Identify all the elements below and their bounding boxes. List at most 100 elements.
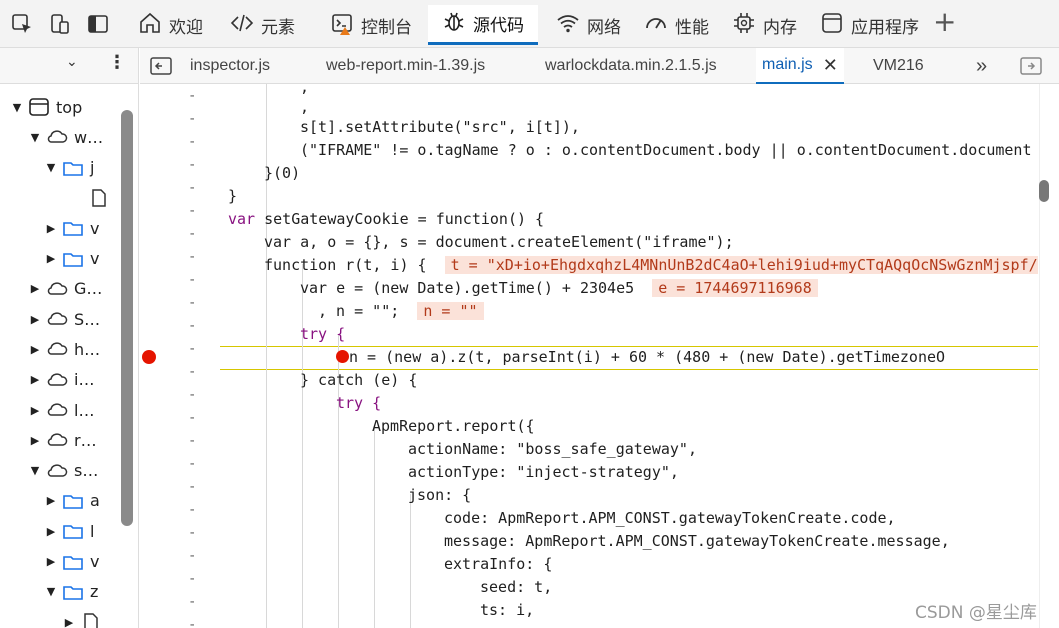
tab-application[interactable]: 应用程序 — [816, 5, 923, 45]
line-number-placeholder[interactable]: - — [188, 502, 196, 518]
line-number-placeholder[interactable]: - — [188, 456, 196, 472]
tree-item[interactable]: ▶ S… — [28, 306, 100, 332]
tree-item[interactable]: ▼ s… — [28, 458, 99, 484]
inline-value-t: t = "xD+io+EhgdxqhzL4MNnUnB2dC4aO+lehi9i… — [444, 256, 1038, 274]
file-icon — [88, 188, 110, 208]
tree-item-label: r… — [74, 430, 97, 450]
tree-item[interactable]: ▶ l — [44, 518, 95, 544]
line-number-placeholder[interactable]: - — [188, 226, 196, 242]
expand-arrow-down-icon[interactable]: ▼ — [44, 585, 58, 598]
expand-arrow-right-icon[interactable]: ▶ — [28, 434, 42, 447]
expand-arrow-down-icon[interactable]: ▼ — [10, 101, 24, 114]
tree-item[interactable]: ▶ h… — [28, 336, 100, 362]
expand-arrow-right-icon[interactable]: ▶ — [28, 404, 42, 417]
expand-arrow-down-icon[interactable]: ▼ — [28, 464, 42, 477]
line-number-placeholder[interactable]: - — [188, 88, 196, 104]
device-emulation-icon[interactable] — [46, 10, 74, 38]
tree-item-label: v — [90, 218, 100, 238]
devtools-panel-tabbar: 欢迎 元素 控制台 源代码 网络 性能 内存 应用程序 + — [0, 0, 1059, 48]
chevron-down-icon[interactable]: ⌄ — [66, 54, 78, 70]
dock-side-icon[interactable] — [84, 10, 112, 38]
tree-item[interactable]: ▼ j — [44, 155, 95, 181]
tree-item[interactable]: ▶ a — [44, 488, 100, 514]
expand-arrow-right-icon[interactable]: ▶ — [44, 252, 58, 265]
tree-item[interactable]: ▼ z — [44, 579, 99, 605]
line-number-placeholder[interactable]: - — [188, 318, 196, 334]
tree-item[interactable]: ▶ v — [44, 549, 100, 575]
tab-console[interactable]: 控制台 — [326, 5, 416, 45]
line-number-placeholder[interactable]: - — [188, 134, 196, 150]
tree-item-label: w… — [74, 127, 104, 147]
tree-item[interactable]: ▶ G… — [28, 276, 103, 302]
line-number-placeholder[interactable]: - — [188, 180, 196, 196]
toggle-navigator-icon[interactable] — [150, 48, 172, 84]
expand-arrow-right-icon[interactable]: ▶ — [28, 313, 42, 326]
add-tool-plus-icon[interactable]: + — [933, 6, 956, 38]
line-number-placeholder[interactable]: - — [188, 157, 196, 173]
line-number-placeholder[interactable]: - — [188, 249, 196, 265]
tab-sources[interactable]: 源代码 — [428, 5, 538, 45]
expand-arrow-right-icon[interactable]: ▶ — [44, 494, 58, 507]
file-tab[interactable]: warlockdata.min.2.1.5.js — [545, 48, 717, 84]
tree-item[interactable]: ▼ w… — [28, 124, 103, 150]
tab-performance[interactable]: 性能 — [640, 5, 713, 45]
expand-arrow-right-icon[interactable]: ▶ — [44, 555, 58, 568]
breakpoint-marker-icon[interactable] — [142, 350, 156, 364]
code-editor[interactable]: , , s[t].setAttribute("src", i[t]), ("IF… — [220, 84, 1038, 628]
editor-scrollbar-thumb[interactable] — [1039, 180, 1049, 202]
tab-welcome[interactable]: 欢迎 — [134, 5, 207, 45]
line-number-placeholder[interactable]: - — [188, 525, 196, 541]
tab-label: 网络 — [587, 17, 621, 38]
code-line: try { — [336, 394, 382, 412]
file-tab[interactable]: VM216 — [873, 48, 924, 84]
expand-arrow-right-icon[interactable]: ▶ — [28, 282, 42, 295]
file-tab[interactable]: inspector.js — [190, 48, 270, 84]
editor-tabbar: inspector.js web-report.min-1.39.js warl… — [140, 48, 1059, 84]
expand-arrow-right-icon[interactable]: ▶ — [28, 343, 42, 356]
inspect-element-icon[interactable] — [8, 10, 36, 38]
tree-item[interactable] — [70, 185, 116, 211]
line-number-placeholder[interactable]: - — [188, 479, 196, 495]
file-tab-active[interactable]: main.js ✕ — [756, 48, 844, 84]
tree-item[interactable]: ▶ l… — [28, 397, 95, 423]
editor-scrollbar[interactable] — [1039, 84, 1059, 628]
tree-item[interactable]: ▶ i… — [28, 367, 95, 393]
line-number-placeholder[interactable]: - — [188, 272, 196, 288]
more-tabs-chevron-icon[interactable]: » — [976, 48, 987, 84]
line-number-placeholder[interactable]: - — [188, 594, 196, 610]
expand-arrow-right-icon[interactable]: ▶ — [44, 222, 58, 235]
line-number-placeholder[interactable]: - — [188, 364, 196, 380]
navigator-scrollbar[interactable] — [121, 110, 133, 526]
toggle-debugger-icon[interactable] — [1020, 48, 1042, 84]
code-line: var a, o = {}, s = document.createElemen… — [264, 233, 734, 251]
tree-item[interactable]: ▶ r… — [28, 427, 97, 453]
tree-item[interactable]: ▶ v — [44, 215, 100, 241]
expand-arrow-right-icon[interactable]: ▶ — [44, 525, 58, 538]
line-number-placeholder[interactable]: - — [188, 548, 196, 564]
more-options-icon[interactable]: ⋮ — [108, 52, 126, 73]
line-number-placeholder[interactable]: - — [188, 433, 196, 449]
frame-icon — [28, 97, 50, 117]
tab-network[interactable]: 网络 — [552, 5, 625, 45]
line-number-placeholder[interactable]: - — [188, 111, 196, 127]
file-tab[interactable]: web-report.min-1.39.js — [326, 48, 485, 84]
line-number-placeholder[interactable]: - — [188, 295, 196, 311]
expand-arrow-right-icon[interactable]: ▶ — [62, 616, 76, 628]
tree-item[interactable]: ▼ top — [10, 94, 82, 120]
expand-arrow-right-icon[interactable]: ▶ — [28, 373, 42, 386]
line-number-placeholder[interactable]: - — [188, 387, 196, 403]
tree-item[interactable]: ▶ v — [44, 246, 100, 272]
tab-label: 应用程序 — [851, 17, 919, 38]
code-line: actionType: "inject-strategy", — [408, 463, 679, 481]
tab-memory[interactable]: 内存 — [728, 5, 801, 45]
expand-arrow-down-icon[interactable]: ▼ — [44, 161, 58, 174]
line-number-placeholder[interactable]: - — [188, 203, 196, 219]
close-tab-icon[interactable]: ✕ — [823, 55, 838, 76]
line-number-placeholder[interactable]: - — [188, 571, 196, 587]
line-number-placeholder[interactable]: - — [188, 617, 196, 628]
line-number-placeholder[interactable]: - — [188, 341, 196, 357]
tab-elements[interactable]: 元素 — [226, 5, 299, 45]
expand-arrow-down-icon[interactable]: ▼ — [28, 131, 42, 144]
line-number-placeholder[interactable]: - — [188, 410, 196, 426]
tree-item[interactable]: ▶ — [62, 609, 108, 628]
